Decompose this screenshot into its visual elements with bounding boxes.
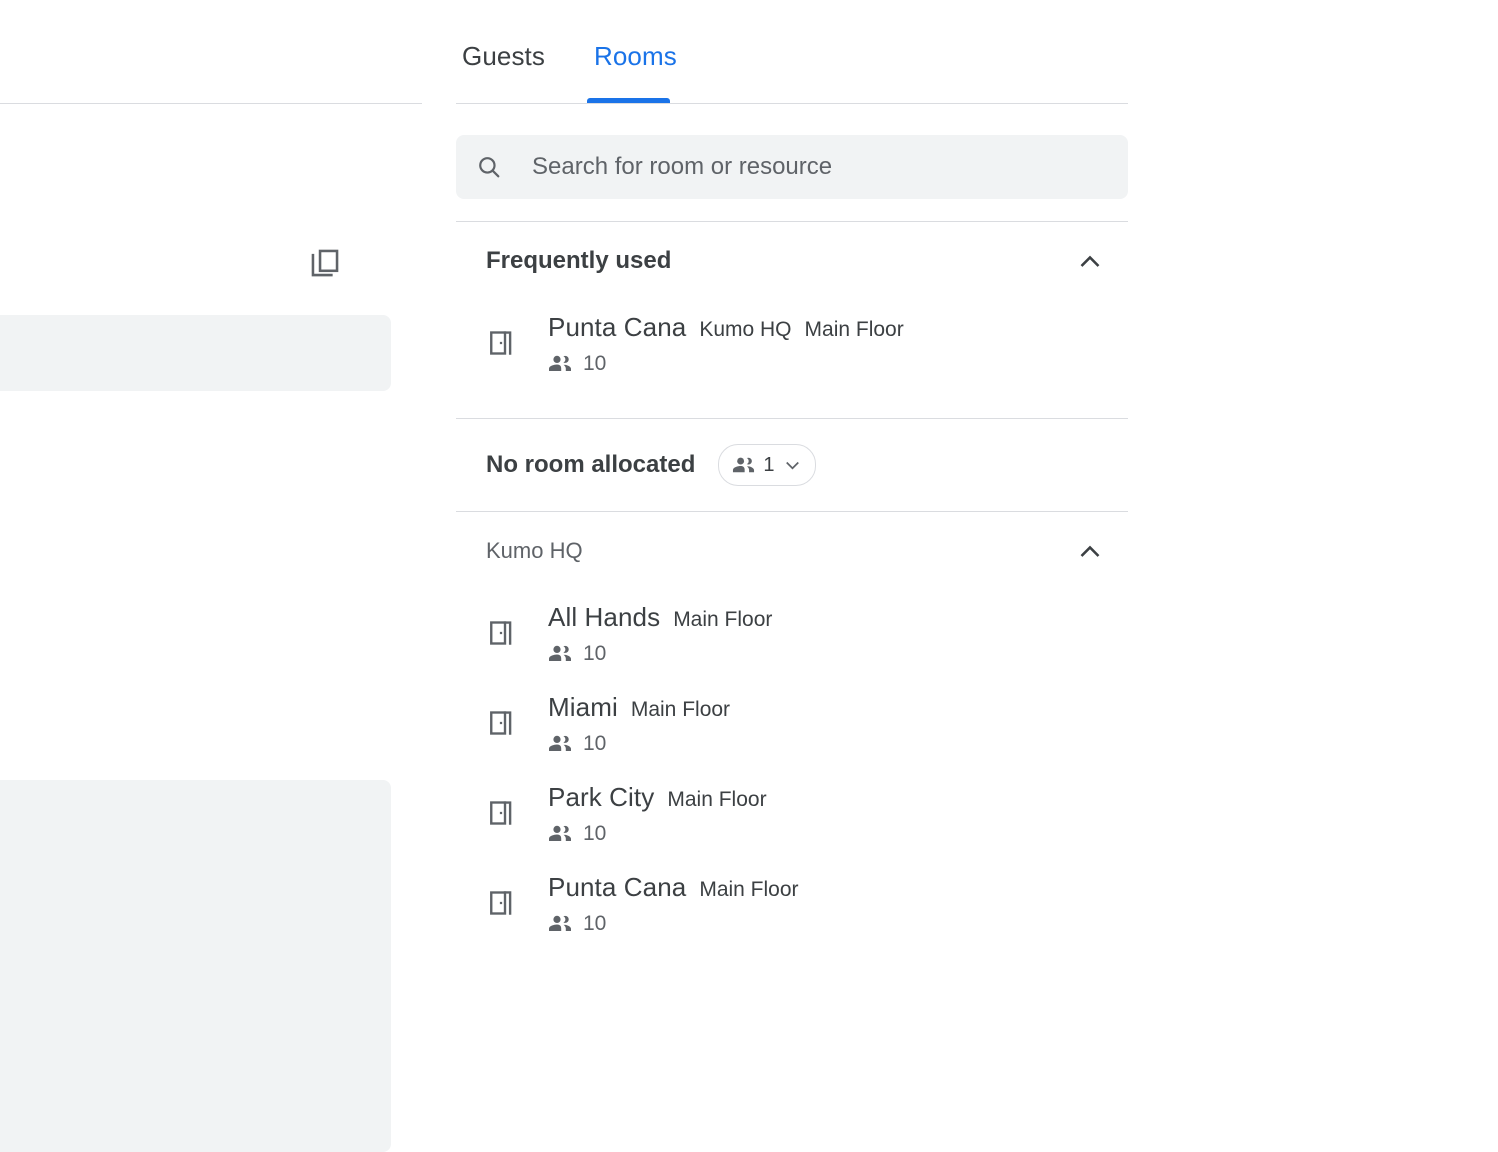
tab-rooms[interactable]: Rooms [588, 0, 683, 103]
room-title-line: Punta Cana Kumo HQ Main Floor [548, 312, 1104, 343]
room-floor: Main Floor [667, 788, 766, 812]
frequently-used-room-list: Punta Cana Kumo HQ Main Floor 10 [456, 300, 1128, 418]
list-item-body: All Hands Main Floor 10 [548, 604, 1104, 666]
section-title: Kumo HQ [486, 538, 583, 564]
no-room-allocated-row: No room allocated 1 [456, 419, 1128, 511]
people-icon [548, 822, 572, 846]
room-name: Park City [548, 782, 654, 813]
background-placeholder-block [0, 780, 391, 1152]
door-icon [486, 618, 516, 648]
door-icon [486, 888, 516, 918]
tab-active-indicator [587, 98, 670, 103]
list-item[interactable]: All Hands Main Floor 10 [456, 590, 1128, 680]
list-item-body: Punta Cana Kumo HQ Main Floor 10 [548, 314, 1104, 376]
room-capacity: 10 [583, 822, 606, 846]
people-icon [732, 454, 755, 477]
room-capacity-line: 10 [548, 822, 1104, 846]
room-title-line: Miami Main Floor [548, 692, 1104, 723]
room-name: Punta Cana [548, 872, 686, 903]
room-capacity: 10 [583, 352, 606, 376]
room-title-line: Punta Cana Main Floor [548, 872, 1104, 903]
section-header-frequently-used[interactable]: Frequently used [456, 222, 1128, 300]
search-section [456, 104, 1128, 222]
chevron-up-icon[interactable] [1076, 537, 1104, 565]
room-title-line: All Hands Main Floor [548, 602, 1104, 633]
list-item[interactable]: Punta Cana Main Floor 10 [456, 860, 1128, 950]
list-item-body: Punta Cana Main Floor 10 [548, 874, 1104, 936]
room-building: Kumo HQ [699, 318, 791, 342]
search-input[interactable] [532, 153, 1108, 181]
room-capacity-line: 10 [548, 352, 1104, 376]
room-capacity-line: 10 [548, 912, 1104, 936]
no-room-allocated-chip[interactable]: 1 [718, 444, 815, 486]
door-icon [486, 798, 516, 828]
search-box[interactable] [456, 135, 1128, 199]
room-capacity: 10 [583, 912, 606, 936]
list-item[interactable]: Park City Main Floor 10 [456, 770, 1128, 860]
kumo-hq-room-list: All Hands Main Floor 10 [456, 590, 1128, 970]
list-item-body: Miami Main Floor 10 [548, 694, 1104, 756]
room-capacity: 10 [583, 732, 606, 756]
section-header-kumo-hq[interactable]: Kumo HQ [456, 512, 1128, 590]
people-icon [548, 732, 572, 756]
room-picker-panel: Guests Rooms Frequently used [456, 0, 1128, 1150]
background-left-pane [0, 0, 422, 1150]
room-name: Miami [548, 692, 618, 723]
background-placeholder-block [0, 315, 391, 391]
room-capacity-line: 10 [548, 732, 1104, 756]
no-room-allocated-count: 1 [763, 454, 774, 477]
door-icon [486, 328, 516, 358]
tab-guests[interactable]: Guests [456, 0, 551, 103]
list-item[interactable]: Miami Main Floor 10 [456, 680, 1128, 770]
door-icon [486, 708, 516, 738]
people-icon [548, 912, 572, 936]
background-divider [0, 103, 422, 104]
people-icon [548, 352, 572, 376]
list-item[interactable]: Punta Cana Kumo HQ Main Floor 10 [456, 300, 1128, 390]
room-floor: Main Floor [805, 318, 904, 342]
room-name: All Hands [548, 602, 660, 633]
search-icon [476, 154, 502, 180]
tab-bar: Guests Rooms [456, 0, 1128, 104]
room-capacity: 10 [583, 642, 606, 666]
chevron-up-icon[interactable] [1076, 247, 1104, 275]
room-floor: Main Floor [673, 608, 772, 632]
people-icon [548, 642, 572, 666]
room-name: Punta Cana [548, 312, 686, 343]
room-floor: Main Floor [631, 698, 730, 722]
chevron-down-icon [783, 456, 802, 475]
no-room-allocated-label: No room allocated [486, 451, 695, 479]
section-title: Frequently used [486, 247, 671, 275]
room-floor: Main Floor [699, 878, 798, 902]
list-item-body: Park City Main Floor 10 [548, 784, 1104, 846]
room-capacity-line: 10 [548, 642, 1104, 666]
room-title-line: Park City Main Floor [548, 782, 1104, 813]
copy-icon[interactable] [308, 246, 342, 280]
